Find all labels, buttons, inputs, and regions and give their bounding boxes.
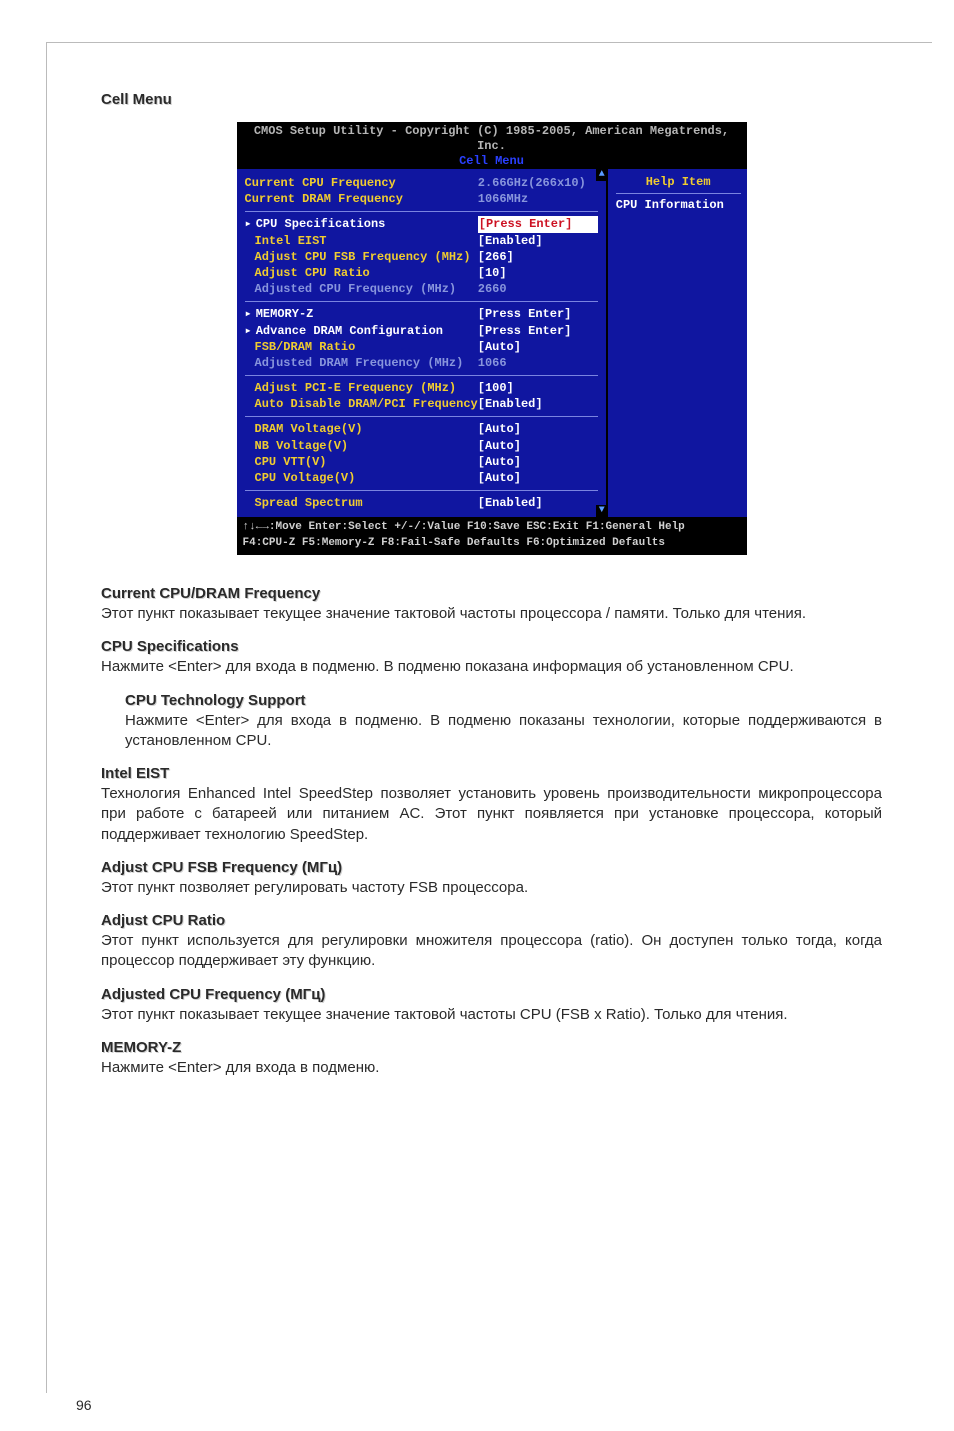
bios-divider xyxy=(245,416,598,417)
bios-row: NB Voltage(V)[Auto] xyxy=(245,438,598,454)
bios-header-line1: CMOS Setup Utility - Copyright (C) 1985-… xyxy=(243,124,741,154)
bios-row-value: [Enabled] xyxy=(478,233,598,249)
bios-row-label: Adjust CPU Ratio xyxy=(245,265,478,281)
bios-row-value: 1066 xyxy=(478,355,598,371)
bios-row: CPU VTT(V)[Auto] xyxy=(245,454,598,470)
term-body: Этот пункт показывает текущее значение т… xyxy=(101,604,882,624)
bios-left-panel: ▲ Current CPU Frequency2.66GHz(266x10)Cu… xyxy=(237,169,606,517)
term-heading: CPU Specifications xyxy=(101,638,882,655)
bios-row-label: Spread Spectrum xyxy=(245,495,478,511)
bios-row: MEMORY-Z[Press Enter] xyxy=(245,306,598,322)
section-title: Cell Menu xyxy=(101,91,882,108)
bios-row-value: [100] xyxy=(478,380,598,396)
term-body: Технология Enhanced Intel SpeedStep позв… xyxy=(101,784,882,845)
term-block: Adjust CPU FSB Frequency (МГц) Этот пункт… xyxy=(101,859,882,898)
bios-row: DRAM Voltage(V)[Auto] xyxy=(245,421,598,437)
term-body: Этот пункт позволяет регулировать частот… xyxy=(101,878,882,898)
term-block: Intel EIST Технология Enhanced Intel Spee… xyxy=(101,765,882,845)
bios-row-label: MEMORY-Z xyxy=(245,306,478,322)
bios-row-value: 1066MHz xyxy=(478,191,598,207)
page-frame: Cell Menu CMOS Setup Utility - Copyright… xyxy=(46,42,932,1393)
bios-help-panel: Help Item CPU Information xyxy=(606,169,747,517)
bios-header: CMOS Setup Utility - Copyright (C) 1985-… xyxy=(237,122,747,169)
bios-row-value: [Auto] xyxy=(478,470,598,486)
bios-row-value: [Enabled] xyxy=(478,396,598,412)
bios-row-label: Adjusted CPU Frequency (MHz) xyxy=(245,281,478,297)
bios-row: Adjust CPU FSB Frequency (MHz)[266] xyxy=(245,249,598,265)
bios-row-label: Adjust PCI-E Frequency (MHz) xyxy=(245,380,478,396)
bios-row: Adjust CPU Ratio[10] xyxy=(245,265,598,281)
bios-row: Adjust PCI-E Frequency (MHz)[100] xyxy=(245,380,598,396)
bios-row-value: [Auto] xyxy=(478,438,598,454)
bios-row: Current CPU Frequency2.66GHz(266x10) xyxy=(245,175,598,191)
bios-row-label: CPU VTT(V) xyxy=(245,454,478,470)
bios-row: Current DRAM Frequency1066MHz xyxy=(245,191,598,207)
bios-row: Adjusted CPU Frequency (MHz)2660 xyxy=(245,281,598,297)
term-heading: Current CPU/DRAM Frequency xyxy=(101,585,882,602)
bios-footer-line2: F4:CPU-Z F5:Memory-Z F8:Fail-Safe Defaul… xyxy=(243,536,741,551)
term-body: Нажмите <Enter> для входа в подменю. В п… xyxy=(101,657,882,677)
bios-row: Adjusted DRAM Frequency (MHz)1066 xyxy=(245,355,598,371)
term-body: Нажмите <Enter> для входа в подменю. В п… xyxy=(125,711,882,752)
bios-row-label: Intel EIST xyxy=(245,233,478,249)
term-heading: Adjust CPU Ratio xyxy=(101,912,882,929)
bios-row: Advance DRAM Configuration[Press Enter] xyxy=(245,323,598,339)
term-body: Этот пункт используется для регулировки … xyxy=(101,931,882,972)
bios-row-label: CPU Specifications xyxy=(245,216,478,232)
term-heading: CPU Technology Support xyxy=(125,692,882,709)
bios-row-value: [Press Enter] xyxy=(478,216,598,232)
bios-row-value: 2.66GHz(266x10) xyxy=(478,175,598,191)
bios-row-value: [Auto] xyxy=(478,339,598,355)
bios-row: FSB/DRAM Ratio[Auto] xyxy=(245,339,598,355)
bios-divider xyxy=(245,375,598,376)
bios-row-label: Auto Disable DRAM/PCI Frequency xyxy=(245,396,478,412)
bios-row: Intel EIST[Enabled] xyxy=(245,233,598,249)
term-block: MEMORY-Z Нажмите <Enter> для входа в подм… xyxy=(101,1039,882,1078)
bios-row-value: 2660 xyxy=(478,281,598,297)
bios-row-value: [Enabled] xyxy=(478,495,598,511)
term-list: Current CPU/DRAM Frequency Этот пункт пок… xyxy=(101,585,882,1078)
bios-screenshot: CMOS Setup Utility - Copyright (C) 1985-… xyxy=(101,122,882,555)
bios-row-value: [10] xyxy=(478,265,598,281)
bios-row-value: [Auto] xyxy=(478,454,598,470)
term-block: Adjust CPU Ratio Этот пункт используется … xyxy=(101,912,882,972)
bios-row: CPU Specifications[Press Enter] xyxy=(245,216,598,232)
bios-help-text: CPU Information xyxy=(616,198,741,212)
bios-divider xyxy=(245,211,598,212)
bios-row-label: NB Voltage(V) xyxy=(245,438,478,454)
bios-footer-line1: ↑↓←→:Move Enter:Select +/-/:Value F10:Sa… xyxy=(243,520,741,535)
bios-row-label: Current CPU Frequency xyxy=(245,175,478,191)
term-block: CPU Specifications Нажмите <Enter> для вх… xyxy=(101,638,882,677)
term-heading: Intel EIST xyxy=(101,765,882,782)
bios-row-value: [Press Enter] xyxy=(478,323,598,339)
bios-row-label: Adjusted DRAM Frequency (MHz) xyxy=(245,355,478,371)
term-body: Этот пункт показывает текущее значение т… xyxy=(101,1005,882,1025)
term-block: Adjusted CPU Frequency (МГц) Этот пункт п… xyxy=(101,986,882,1025)
bios-row-label: Adjust CPU FSB Frequency (MHz) xyxy=(245,249,478,265)
bios-row-label: DRAM Voltage(V) xyxy=(245,421,478,437)
bios-row-label: Current DRAM Frequency xyxy=(245,191,478,207)
bios-row-value: [Press Enter] xyxy=(478,306,598,322)
term-heading: Adjust CPU FSB Frequency (МГц) xyxy=(101,859,882,876)
page-number: 96 xyxy=(76,1397,92,1413)
bios-footer: ↑↓←→:Move Enter:Select +/-/:Value F10:Sa… xyxy=(237,518,747,555)
bios-row-value: [Auto] xyxy=(478,421,598,437)
bios-row-label: CPU Voltage(V) xyxy=(245,470,478,486)
term-body: Нажмите <Enter> для входа в подменю. xyxy=(101,1058,882,1078)
bios-row: CPU Voltage(V)[Auto] xyxy=(245,470,598,486)
term-block: CPU Technology Support Нажмите <Enter> дл… xyxy=(125,692,882,752)
bios-row: Spread Spectrum[Enabled] xyxy=(245,495,598,511)
bios-header-line2: Cell Menu xyxy=(243,154,741,169)
bios-divider xyxy=(245,490,598,491)
term-heading: MEMORY-Z xyxy=(101,1039,882,1056)
bios-row: Auto Disable DRAM/PCI Frequency[Enabled] xyxy=(245,396,598,412)
bios-row-label: Advance DRAM Configuration xyxy=(245,323,478,339)
term-heading: Adjusted CPU Frequency (МГц) xyxy=(101,986,882,1003)
bios-row-value: [266] xyxy=(478,249,598,265)
bios-row-label: FSB/DRAM Ratio xyxy=(245,339,478,355)
bios-divider xyxy=(245,301,598,302)
bios-help-title: Help Item xyxy=(616,175,741,189)
term-block: Current CPU/DRAM Frequency Этот пункт пок… xyxy=(101,585,882,624)
